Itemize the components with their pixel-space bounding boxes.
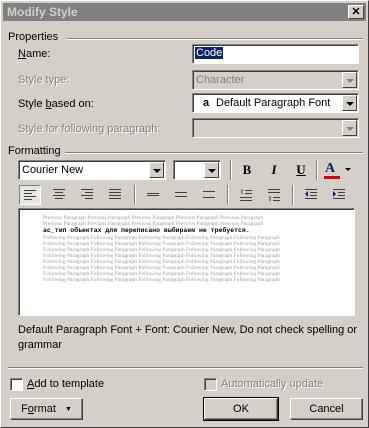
align-left-button[interactable]: [19, 185, 41, 205]
name-input[interactable]: Code: [192, 44, 359, 64]
style-description: Default Paragraph Font + Font: Courier N…: [18, 324, 358, 351]
increase-indent-icon: [333, 189, 345, 199]
close-icon: ✕: [351, 6, 361, 18]
cancel-button[interactable]: Cancel: [290, 398, 363, 420]
align-center-button[interactable]: [48, 185, 70, 205]
bold-button[interactable]: B: [236, 160, 258, 180]
double-spacing-button[interactable]: [198, 185, 220, 205]
window-title: Modify Style: [7, 5, 78, 19]
italic-button[interactable]: I: [263, 160, 285, 180]
font-color-button[interactable]: A: [321, 159, 355, 179]
font-name-select[interactable]: Courier New: [18, 160, 166, 180]
style-type-value: Character: [196, 74, 245, 86]
add-to-template-label: Add to template: [27, 378, 105, 390]
space-before-icon: [240, 189, 252, 201]
properties-section-title: Properties: [8, 31, 59, 43]
toolbar-separator: [230, 160, 232, 180]
one-half-spacing-button[interactable]: [170, 185, 192, 205]
font-name-value: Courier New: [22, 164, 84, 176]
bottom-divider: [8, 367, 363, 369]
space-before-button[interactable]: [235, 185, 257, 205]
title-bar[interactable]: Modify Style ✕: [3, 3, 366, 21]
toolbar-separator: [227, 185, 229, 205]
decrease-indent-button[interactable]: [300, 185, 322, 205]
chevron-down-icon: ▼: [64, 406, 72, 413]
style-type-label: Style type:: [18, 74, 70, 86]
ok-button[interactable]: OK: [203, 397, 279, 421]
auto-update-checkbox[interactable]: [204, 378, 217, 391]
close-button[interactable]: ✕: [348, 5, 364, 19]
following-paragraph-label: Style for following paragraph:: [18, 123, 161, 135]
one-half-spacing-icon: [175, 192, 187, 197]
preview-sample-text: ас_тип объектах для переписано выбираем …: [43, 227, 250, 234]
auto-update-label: Automatically update: [221, 378, 324, 390]
formatting-section-title: Formatting: [8, 145, 61, 157]
format-button[interactable]: Format ▼: [10, 398, 83, 420]
name-label: Name:: [18, 48, 51, 60]
modify-style-dialog: Modify Style ✕ Properties Name: Code Sty…: [0, 0, 369, 428]
add-to-template-checkbox[interactable]: [10, 378, 23, 391]
increase-indent-button[interactable]: [328, 185, 350, 205]
font-size-dropdown-icon: [204, 162, 219, 178]
toolbar-separator: [134, 185, 136, 205]
style-based-on-select[interactable]: a Default Paragraph Font: [192, 93, 359, 113]
format-button-label: Format: [21, 403, 56, 415]
paragraph-toolbar: [18, 185, 363, 205]
font-name-dropdown-icon: [149, 162, 164, 178]
decrease-indent-icon: [305, 189, 317, 199]
style-type-dropdown-icon: [342, 72, 357, 88]
style-based-on-dropdown-icon: [342, 95, 357, 111]
character-style-icon: a: [203, 97, 210, 109]
style-preview: Previous Paragraph Previous Paragraph Pr…: [18, 208, 355, 316]
toolbar-separator: [316, 160, 318, 180]
justify-icon: [109, 189, 121, 199]
underline-button[interactable]: U: [290, 160, 312, 180]
align-right-button[interactable]: [76, 185, 98, 205]
align-left-icon: [24, 190, 36, 200]
font-size-select[interactable]: [173, 160, 221, 180]
formatting-divider: [65, 152, 363, 154]
align-center-icon: [53, 189, 65, 199]
following-paragraph-select[interactable]: [192, 118, 359, 138]
toolbar-separator: [292, 185, 294, 205]
properties-divider: [67, 38, 363, 40]
chevron-down-icon: [345, 168, 351, 171]
name-input-value: Code: [195, 47, 224, 59]
preview-following-line: Following Paragraph Following Paragraph …: [43, 277, 280, 283]
space-after-button[interactable]: [263, 185, 285, 205]
style-type-select[interactable]: Character: [192, 70, 359, 90]
space-after-icon: [268, 189, 280, 201]
style-based-on-label: Style based on:: [18, 98, 94, 110]
align-right-icon: [81, 189, 93, 199]
justify-button[interactable]: [104, 185, 126, 205]
single-spacing-icon: [147, 193, 159, 196]
double-spacing-icon: [203, 191, 215, 198]
single-spacing-button[interactable]: [142, 185, 164, 205]
style-based-on-value: Default Paragraph Font: [216, 97, 331, 109]
font-color-swatch: [324, 176, 340, 179]
following-paragraph-dropdown-icon: [342, 120, 357, 136]
